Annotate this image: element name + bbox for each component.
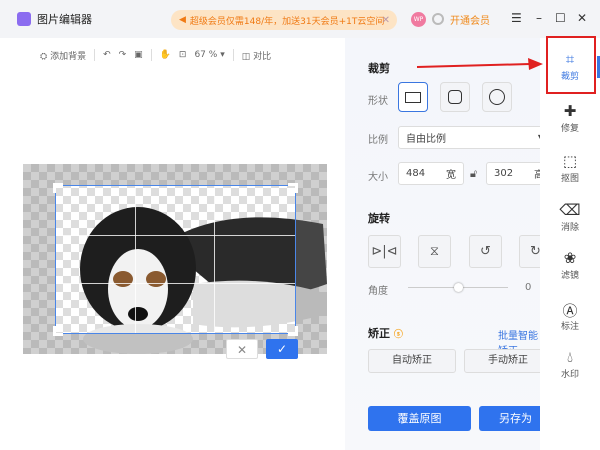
close-promo-icon[interactable]: ✕ xyxy=(382,15,390,26)
rotate-heading: 旋转 xyxy=(368,212,390,225)
sidebar-item-annotate[interactable]: Ⓐ 标注 xyxy=(540,300,600,332)
crop-handle[interactable] xyxy=(53,183,63,193)
width-input[interactable]: 484 宽 xyxy=(398,162,464,185)
flip-vertical-icon: ⧖ xyxy=(429,244,440,259)
auto-correct-button[interactable]: 自动矫正 xyxy=(368,349,456,373)
vip-gem-icon xyxy=(432,13,444,25)
height-value: 302 xyxy=(494,168,514,179)
shape-label: 形状 xyxy=(368,96,388,107)
crop-mask xyxy=(296,185,327,334)
angle-slider-handle[interactable] xyxy=(454,283,463,292)
correct-title: 矫正 xyxy=(368,327,390,340)
toolbar: ⛭ 添加背景 ↶ ↷ ▣ ✋ ⊡ 67 % ▾ ◫ 对比 xyxy=(40,46,271,64)
manual-correct-button[interactable]: 手动矫正 xyxy=(464,349,552,373)
crop-handle[interactable] xyxy=(53,326,63,336)
crop-heading: 裁剪 xyxy=(368,62,390,75)
confirm-crop-button[interactable]: ✓ xyxy=(266,339,298,359)
grid-line xyxy=(56,283,295,285)
menu-icon[interactable]: ☰ xyxy=(511,11,522,25)
shape-circle[interactable] xyxy=(482,82,512,112)
redo-icon[interactable]: ↷ xyxy=(119,50,127,60)
promo-text: 超级会员仅需148/年，加送31天会员+1T云空间 xyxy=(189,16,385,27)
sidebar-label: 滤镜 xyxy=(560,271,579,281)
sidebar-label: 水印 xyxy=(560,370,579,380)
promo-banner[interactable]: ◀ 超级会员仅需148/年，加送31天会员+1T云空间 ✕ xyxy=(171,10,397,30)
lock-open-icon[interactable]: 🔓︎ xyxy=(470,167,477,181)
grid-line xyxy=(56,234,295,236)
divider xyxy=(232,49,234,61)
angle-value: 0 xyxy=(525,282,532,293)
grid-line xyxy=(213,186,215,333)
ratio-value: 自由比例 xyxy=(406,134,446,145)
grid-line xyxy=(134,186,136,333)
shape-rounded-rectangle[interactable] xyxy=(440,82,470,112)
speaker-icon: ◀ xyxy=(179,15,186,25)
bandage-icon: ✚ xyxy=(563,102,577,120)
vip-lightning-icon: ⓢ xyxy=(393,330,403,340)
angle-label: 角度 xyxy=(368,286,388,297)
fit-icon[interactable]: ⊡ xyxy=(179,50,187,60)
flip-horizontal-button[interactable]: ⊳|⊲ xyxy=(368,235,401,268)
ratio-label: 比例 xyxy=(368,135,388,146)
maximize-icon[interactable]: ☐ xyxy=(555,11,566,25)
width-value: 484 xyxy=(406,168,426,179)
add-background-label: 添加背景 xyxy=(50,51,87,62)
cutout-icon: ⬚ xyxy=(562,152,578,170)
eraser-icon: ⌫ xyxy=(559,201,581,219)
filter-icon: ❀ xyxy=(563,249,577,267)
crop-box[interactable] xyxy=(53,183,298,336)
rotate-left-button[interactable]: ↺ xyxy=(469,235,502,268)
compare-button[interactable]: ◫ 对比 xyxy=(242,49,271,62)
angle-slider[interactable] xyxy=(408,283,508,292)
sidebar-label: 消除 xyxy=(560,223,579,233)
overwrite-button[interactable]: 覆盖原图 xyxy=(368,406,471,431)
crop-handle[interactable] xyxy=(288,326,298,336)
shape-rectangle[interactable] xyxy=(398,82,428,112)
tool-sidebar: ⌗ 裁剪 ✚ 修复 ⬚ 抠图 ⌫ 消除 ❀ 滤镜 Ⓐ 标注 💧︎ 水印 xyxy=(540,38,600,450)
flip-vertical-button[interactable]: ⧖ xyxy=(418,235,451,268)
width-unit: 宽 xyxy=(446,170,456,181)
compare-label: 对比 xyxy=(253,51,272,62)
sidebar-item-erase[interactable]: ⌫ 消除 xyxy=(540,201,600,233)
zoom-select[interactable]: 67 % ▾ xyxy=(194,50,224,60)
open-vip-link[interactable]: 开通会员 xyxy=(450,12,490,27)
flip-horizontal-icon: ⊳|⊲ xyxy=(371,244,398,259)
sidebar-item-repair[interactable]: ✚ 修复 xyxy=(540,102,600,134)
image-icon[interactable]: ▣ xyxy=(134,50,143,60)
sidebar-label: 修复 xyxy=(560,124,579,134)
app-logo-icon xyxy=(17,12,31,26)
rotate-left-icon: ↺ xyxy=(480,244,491,259)
annotate-icon: Ⓐ xyxy=(562,302,578,320)
crop-handle[interactable] xyxy=(288,183,298,193)
divider xyxy=(150,49,152,61)
highlight-box xyxy=(546,36,596,94)
close-icon[interactable]: ✕ xyxy=(577,11,587,25)
ratio-select[interactable]: 自由比例▼ xyxy=(398,126,552,149)
hand-icon[interactable]: ✋ xyxy=(160,50,171,60)
undo-icon[interactable]: ↶ xyxy=(103,50,111,60)
image-canvas[interactable] xyxy=(23,164,327,354)
sidebar-label: 标注 xyxy=(560,322,579,332)
avatar[interactable]: WP xyxy=(411,12,426,27)
sidebar-item-watermark[interactable]: 💧︎ 水印 xyxy=(540,348,600,380)
correct-heading: 矫正 ⓢ xyxy=(368,325,403,341)
watermark-icon: 💧︎ xyxy=(566,348,573,366)
crop-mask xyxy=(23,185,55,334)
sidebar-item-filter[interactable]: ❀ 滤镜 xyxy=(540,249,600,281)
crop-mask xyxy=(23,164,327,185)
app-title: 图片编辑器 xyxy=(37,13,92,26)
cancel-crop-button[interactable]: ✕ xyxy=(226,339,258,359)
sidebar-label: 抠图 xyxy=(560,174,579,184)
minimize-icon[interactable]: – xyxy=(536,11,542,25)
add-background-button[interactable]: ⛭ 添加背景 xyxy=(40,49,86,62)
title-bar: 图片编辑器 ◀ 超级会员仅需148/年，加送31天会员+1T云空间 ✕ WP 开通会… xyxy=(0,0,600,38)
zoom-value: 67 % xyxy=(194,50,218,60)
crop-panel: 裁剪 形状 比例 自由比例▼ 大小 484宽 🔓︎ 302高 旋转 ⊳|⊲ ⧖ … xyxy=(345,38,576,450)
size-label: 大小 xyxy=(368,172,388,183)
divider xyxy=(94,49,96,61)
canvas-area: ⛭ 添加背景 ↶ ↷ ▣ ✋ ⊡ 67 % ▾ ◫ 对比 ✕ ✓ xyxy=(0,38,345,450)
sidebar-item-cutout[interactable]: ⬚ 抠图 xyxy=(540,152,600,184)
annotation-arrow xyxy=(416,58,543,70)
